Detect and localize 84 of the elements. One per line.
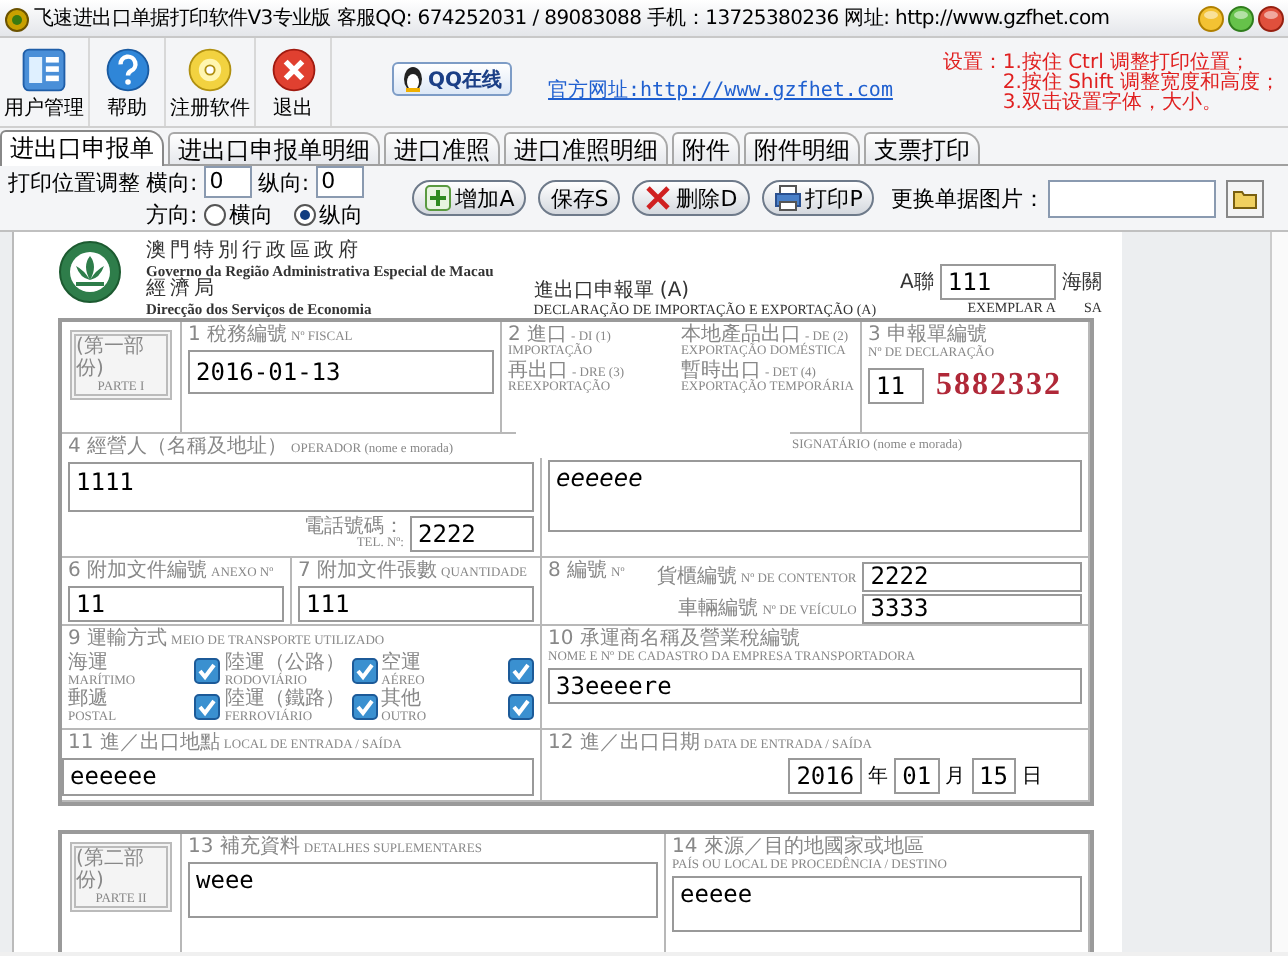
toolbar-button[interactable]: 退出 <box>256 38 332 126</box>
tab[interactable]: 支票打印 <box>864 132 980 164</box>
adjust-label: 打印位置调整 <box>8 167 140 197</box>
tip-text: 3.双击设置字体，大小。 <box>1002 94 1224 114</box>
mode-label: 空運 <box>381 654 422 674</box>
toolbar-button[interactable]: 用户管理 <box>0 38 90 126</box>
input-field[interactable]: 3333 <box>862 594 1082 624</box>
field-label: 方向: <box>146 200 198 230</box>
field-label: 電話號碼： <box>304 519 404 535</box>
tab[interactable]: 进出口申报单明细 <box>168 132 380 164</box>
field-label: 更换单据图片： <box>890 183 1045 213</box>
website-link[interactable]: 官方网址:http://www.gzfhet.com <box>548 76 893 104</box>
field-label: 横向: <box>146 167 198 197</box>
part-label: (第二部份) <box>76 848 146 892</box>
input-field[interactable]: eeeee <box>672 876 1082 932</box>
action-button[interactable]: 保存S <box>538 180 621 216</box>
radio-button[interactable]: 横向 <box>203 200 274 230</box>
tip-text: 1.按住 Ctrl 调整打印位置； <box>1002 54 1251 74</box>
field-label: 再出口 <box>508 362 568 380</box>
input-field[interactable]: 2222 <box>862 562 1082 592</box>
tab[interactable]: 附件明细 <box>744 132 860 164</box>
input-field[interactable]: 33eeeere <box>548 668 1082 704</box>
tab[interactable]: 进出口申报单 <box>0 130 164 166</box>
field-label: 4 經營人（名稱及地址） <box>68 438 288 458</box>
tips-heading: 设置： <box>942 54 1003 78</box>
input-field[interactable]: 111 <box>298 586 534 622</box>
mode-label: 海運 <box>68 654 108 674</box>
input-field[interactable]: 1111 <box>68 462 534 512</box>
field-label: 月 <box>945 764 966 790</box>
agency-name: 經濟局 <box>146 280 220 300</box>
agency-name: 澳門特別行政區政府 <box>146 242 364 262</box>
field-label: 貨櫃編號 <box>656 567 737 587</box>
radio-button[interactable]: 纵向 <box>293 200 364 230</box>
input-field[interactable]: 01 <box>894 758 940 794</box>
input-field[interactable]: 0 <box>203 166 252 198</box>
tab[interactable]: 进口准照明细 <box>504 132 668 164</box>
toolbar-button[interactable]: 帮助 <box>90 38 166 126</box>
field-label: 7 附加文件張數 <box>298 562 438 582</box>
action-button[interactable]: 打印P <box>761 180 875 216</box>
mode-label: 陸運（公路） <box>224 654 345 674</box>
mode-label: 其他 <box>381 690 424 710</box>
field-label: 6 附加文件編號 <box>68 562 208 582</box>
qq-button[interactable]: QQ在线 <box>392 62 513 96</box>
declaration-number: 5882332 <box>936 368 1062 404</box>
mode-label: 陸運（鐵路） <box>224 690 345 710</box>
action-button[interactable]: 删除D <box>632 180 750 216</box>
field-label: 纵向: <box>257 167 310 197</box>
field-label: 14 來源／目的地國家或地區 <box>672 838 924 858</box>
input-field[interactable]: 111 <box>939 264 1056 300</box>
field-label: 3 申報單編號 <box>868 326 988 346</box>
field-label: 13 補充資料 <box>188 838 300 858</box>
input-field[interactable]: weee <box>188 862 658 918</box>
field-label: 10 承運商名稱及營業稅編號 <box>548 630 800 650</box>
input-field[interactable]: 2222 <box>410 516 534 552</box>
field-label: A聯 <box>900 270 934 296</box>
field-label: 日 <box>1022 764 1042 790</box>
toolbar-button[interactable]: 注册软件 <box>166 38 256 126</box>
field-label: 2 進口 <box>508 326 568 344</box>
mode-label: 郵遞 <box>68 690 110 710</box>
tab[interactable]: 附件 <box>672 132 740 164</box>
field-label: 9 運輸方式 <box>68 630 168 650</box>
input-field[interactable]: 2016-01-13 <box>188 350 494 394</box>
input-field[interactable]: 2016 <box>788 758 863 794</box>
input-field[interactable]: eeeeee <box>548 460 1082 532</box>
field-label: 8 編號 <box>548 562 608 582</box>
window-title: 飞速进出口单据打印软件V3专业版 客服QQ: 674252031 / 89083088 手机：13725380236 网址: http://www.gzfhet.com <box>34 5 1110 32</box>
field-label: 本地產品出口 <box>680 326 801 344</box>
action-button[interactable]: 增加A <box>411 180 527 216</box>
field-label: 11 進／出口地點 <box>68 734 220 754</box>
field-label: 1 稅務編號 <box>188 326 288 346</box>
tip-text: 2.按住 Shift 调整宽度和高度； <box>1002 74 1280 94</box>
field-label: 車輛編號 <box>678 599 759 619</box>
input-field[interactable]: 11 <box>868 368 924 404</box>
field-label: 暫時出口 <box>680 362 761 380</box>
field-label: 年 <box>868 764 889 790</box>
tab[interactable]: 进口准照 <box>384 132 500 164</box>
input-field[interactable]: 11 <box>68 586 284 622</box>
part-label: (第一部份) <box>76 336 146 380</box>
input-field[interactable]: 15 <box>971 758 1016 794</box>
input-field[interactable]: 0 <box>315 166 364 198</box>
field-label: 12 進／出口日期 <box>548 734 700 754</box>
input-field[interactable]: eeeeee <box>62 758 534 796</box>
field-label: 海關 <box>1061 270 1102 296</box>
form-title: 進出口申報單 (A) <box>533 280 692 302</box>
